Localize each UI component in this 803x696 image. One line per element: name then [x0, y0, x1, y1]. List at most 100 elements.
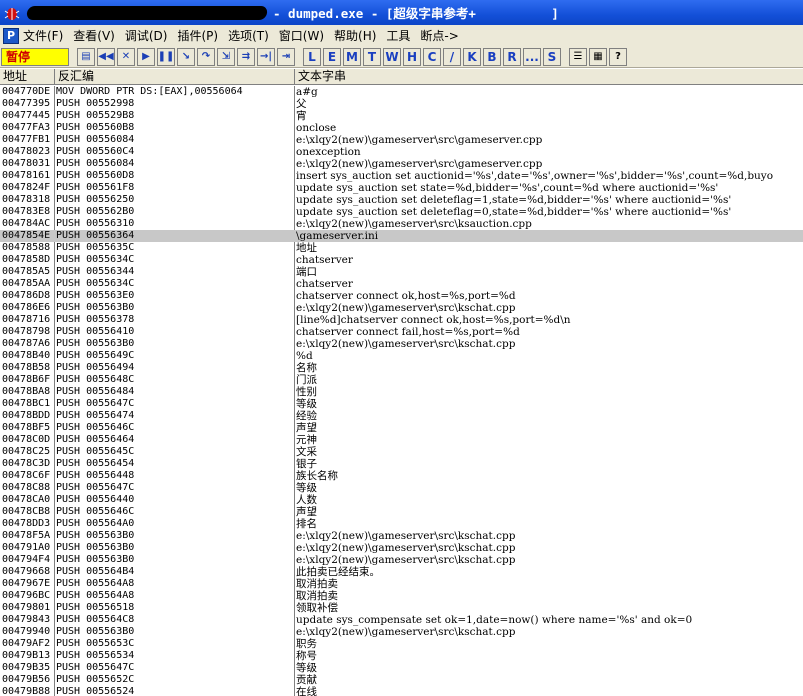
menu-debug[interactable]: 调试(D): [125, 27, 168, 44]
window-button-c[interactable]: C: [423, 47, 441, 66]
disassembly-cell: PUSH 00556310: [56, 218, 135, 229]
menu-options[interactable]: 选项(T): [228, 27, 269, 44]
table-row[interactable]: 00479B13 PUSH 00556534 称号: [0, 650, 803, 662]
table-row[interactable]: 004784AC PUSH 00556310 e:\xlqy2(new)\games…: [0, 218, 803, 230]
column-header-address[interactable]: 地址: [0, 69, 55, 85]
table-row[interactable]: 00478B6F PUSH 0055648C 门派: [0, 374, 803, 386]
trace-over-icon[interactable]: ⇉: [237, 47, 255, 66]
table-row[interactable]: 00478F5A PUSH 005563B0 e:\xlqy2(new)\games…: [0, 530, 803, 542]
menu-view[interactable]: 查看(V): [73, 27, 115, 44]
execute-till-return-icon[interactable]: →|: [257, 47, 275, 66]
window-button-w[interactable]: W: [383, 47, 401, 66]
table-row[interactable]: 00479668 PUSH 005564B4 此拍卖已经结束。: [0, 566, 803, 578]
table-row[interactable]: 00478B58 PUSH 00556494 名称: [0, 362, 803, 374]
table-row[interactable]: 00479B88 PUSH 00556524 在线: [0, 686, 803, 696]
table-row[interactable]: 004785AA PUSH 0055634C chatserver: [0, 278, 803, 290]
window-button-m[interactable]: M: [343, 47, 361, 66]
table-row[interactable]: 00479940 PUSH 005563B0 e:\xlqy2(new)\games…: [0, 626, 803, 638]
table-row-selected[interactable]: 0047854E PUSH 00556364 \gameserver.ini: [0, 230, 803, 242]
column-header-text[interactable]: 文本字串: [295, 69, 803, 85]
address-cell: 00478B6F: [2, 374, 51, 385]
column-header-disassembly[interactable]: 反汇编: [55, 69, 295, 85]
pause-icon[interactable]: ❚❚: [157, 47, 175, 66]
table-row[interactable]: 004787A6 PUSH 005563B0 e:\xlqy2(new)\games…: [0, 338, 803, 350]
window-button-dots[interactable]: ...: [523, 47, 541, 66]
table-row[interactable]: 00479843 PUSH 005564C8 update sys_compensa…: [0, 614, 803, 626]
run-icon[interactable]: ▶: [137, 47, 155, 66]
window-button-h[interactable]: H: [403, 47, 421, 66]
table-row[interactable]: 00478C0D PUSH 00556464 元神: [0, 434, 803, 446]
p-badge-icon[interactable]: P: [3, 27, 19, 44]
table-row[interactable]: 00478588 PUSH 0055635C 地址: [0, 242, 803, 254]
window-button-t[interactable]: T: [363, 47, 381, 66]
grid-icon[interactable]: ▦: [589, 47, 607, 66]
table-row[interactable]: 00478CA0 PUSH 00556440 人数: [0, 494, 803, 506]
menu-help[interactable]: 帮助(H): [334, 27, 376, 44]
disassembly-cell: PUSH 0055634C: [56, 278, 135, 289]
step-into-icon[interactable]: ↘: [177, 47, 195, 66]
ollydbg-bug-icon[interactable]: [3, 4, 21, 22]
menu-window[interactable]: 窗口(W): [279, 27, 324, 44]
table-row[interactable]: 00478318 PUSH 00556250 update sys_auction …: [0, 194, 803, 206]
menu-plugins[interactable]: 插件(P): [177, 27, 218, 44]
disassembly-cell: MOV DWORD PTR DS:[EAX],00556064: [56, 86, 243, 97]
text-string-cell: 声望: [296, 506, 317, 518]
window-button-slash[interactable]: /: [443, 47, 461, 66]
table-row[interactable]: 00478C25 PUSH 0055645C 文采: [0, 446, 803, 458]
table-row[interactable]: 004770DE MOV DWORD PTR DS:[EAX],00556064 a…: [0, 86, 803, 98]
table-row[interactable]: 00478C88 PUSH 0055647C 等级: [0, 482, 803, 494]
table-row[interactable]: 00479801 PUSH 00556518 领取补偿: [0, 602, 803, 614]
menu-tools[interactable]: 工具: [386, 27, 410, 44]
goto-icon[interactable]: ⇥: [277, 47, 295, 66]
address-cell: 00478588: [2, 242, 51, 253]
window-button-k[interactable]: K: [463, 47, 481, 66]
window-button-b[interactable]: B: [483, 47, 501, 66]
table-row[interactable]: 00478C6F PUSH 00556448 族长名称: [0, 470, 803, 482]
table-row[interactable]: 00478DD3 PUSH 005564A0 排名: [0, 518, 803, 530]
table-row[interactable]: 00478CB8 PUSH 0055646C 声望: [0, 506, 803, 518]
window-button-r[interactable]: R: [503, 47, 521, 66]
table-row[interactable]: 004786E6 PUSH 005563B0 e:\xlqy2(new)\games…: [0, 302, 803, 314]
table-row[interactable]: 004794F4 PUSH 005563B0 e:\xlqy2(new)\games…: [0, 554, 803, 566]
table-row[interactable]: 00478BA8 PUSH 00556484 性别: [0, 386, 803, 398]
table-row[interactable]: 0047967E PUSH 005564A8 取消拍卖: [0, 578, 803, 590]
table-row[interactable]: 00478BF5 PUSH 0055646C 声望: [0, 422, 803, 434]
window-button-e[interactable]: E: [323, 47, 341, 66]
table-row[interactable]: 00478BDD PUSH 00556474 经验: [0, 410, 803, 422]
table-row[interactable]: 004791A0 PUSH 005563B0 e:\xlqy2(new)\games…: [0, 542, 803, 554]
string-reference-table[interactable]: 004770DE MOV DWORD PTR DS:[EAX],00556064 a…: [0, 86, 803, 696]
table-row[interactable]: 0047858D PUSH 0055634C chatserver: [0, 254, 803, 266]
list-icon[interactable]: ☰: [569, 47, 587, 66]
menu-breakpoints[interactable]: 断点->: [420, 27, 458, 44]
table-row[interactable]: 00478716 PUSH 00556378 [line%d]chatserver …: [0, 314, 803, 326]
help-icon[interactable]: ?: [609, 47, 627, 66]
close-icon[interactable]: ✕: [117, 47, 135, 66]
table-row[interactable]: 004796BC PUSH 005564A8 取消拍卖: [0, 590, 803, 602]
step-over-icon[interactable]: ↷: [197, 47, 215, 66]
window-button-l[interactable]: L: [303, 47, 321, 66]
table-row[interactable]: 00477FA3 PUSH 005560B8 onclose: [0, 122, 803, 134]
menu-file[interactable]: 文件(F): [23, 27, 63, 44]
table-row[interactable]: 00477445 PUSH 005529B8 宵: [0, 110, 803, 122]
rewind-icon[interactable]: ◀◀: [97, 47, 115, 66]
table-row[interactable]: 00477395 PUSH 00552998 父: [0, 98, 803, 110]
table-row[interactable]: 004783E8 PUSH 005562B0 update sys_auction …: [0, 206, 803, 218]
table-row[interactable]: 00479AF2 PUSH 0055653C 职务: [0, 638, 803, 650]
table-row[interactable]: 0047824F PUSH 005561F8 update sys_auction …: [0, 182, 803, 194]
table-row[interactable]: 00478BC1 PUSH 0055647C 等级: [0, 398, 803, 410]
window-button-s[interactable]: S: [543, 47, 561, 66]
table-row[interactable]: 004785A5 PUSH 00556344 端口: [0, 266, 803, 278]
address-cell: 004785AA: [2, 278, 51, 289]
table-row[interactable]: 00478798 PUSH 00556410 chatserver connect …: [0, 326, 803, 338]
table-row[interactable]: 00478C3D PUSH 00556454 银子: [0, 458, 803, 470]
table-row[interactable]: 00479B35 PUSH 0055647C 等级: [0, 662, 803, 674]
table-row[interactable]: 00478023 PUSH 005560C4 onexception: [0, 146, 803, 158]
table-row[interactable]: 00477FB1 PUSH 00556084 e:\xlqy2(new)\games…: [0, 134, 803, 146]
table-row[interactable]: 00479B56 PUSH 0055652C 贡献: [0, 674, 803, 686]
table-row[interactable]: 004786D8 PUSH 005563E0 chatserver connect …: [0, 290, 803, 302]
table-row[interactable]: 00478031 PUSH 00556084 e:\xlqy2(new)\games…: [0, 158, 803, 170]
table-row[interactable]: 00478161 PUSH 005560D8 insert sys_auction …: [0, 170, 803, 182]
open-icon[interactable]: ▤: [77, 47, 95, 66]
table-row[interactable]: 00478B40 PUSH 0055649C %d: [0, 350, 803, 362]
trace-into-icon[interactable]: ⇲: [217, 47, 235, 66]
